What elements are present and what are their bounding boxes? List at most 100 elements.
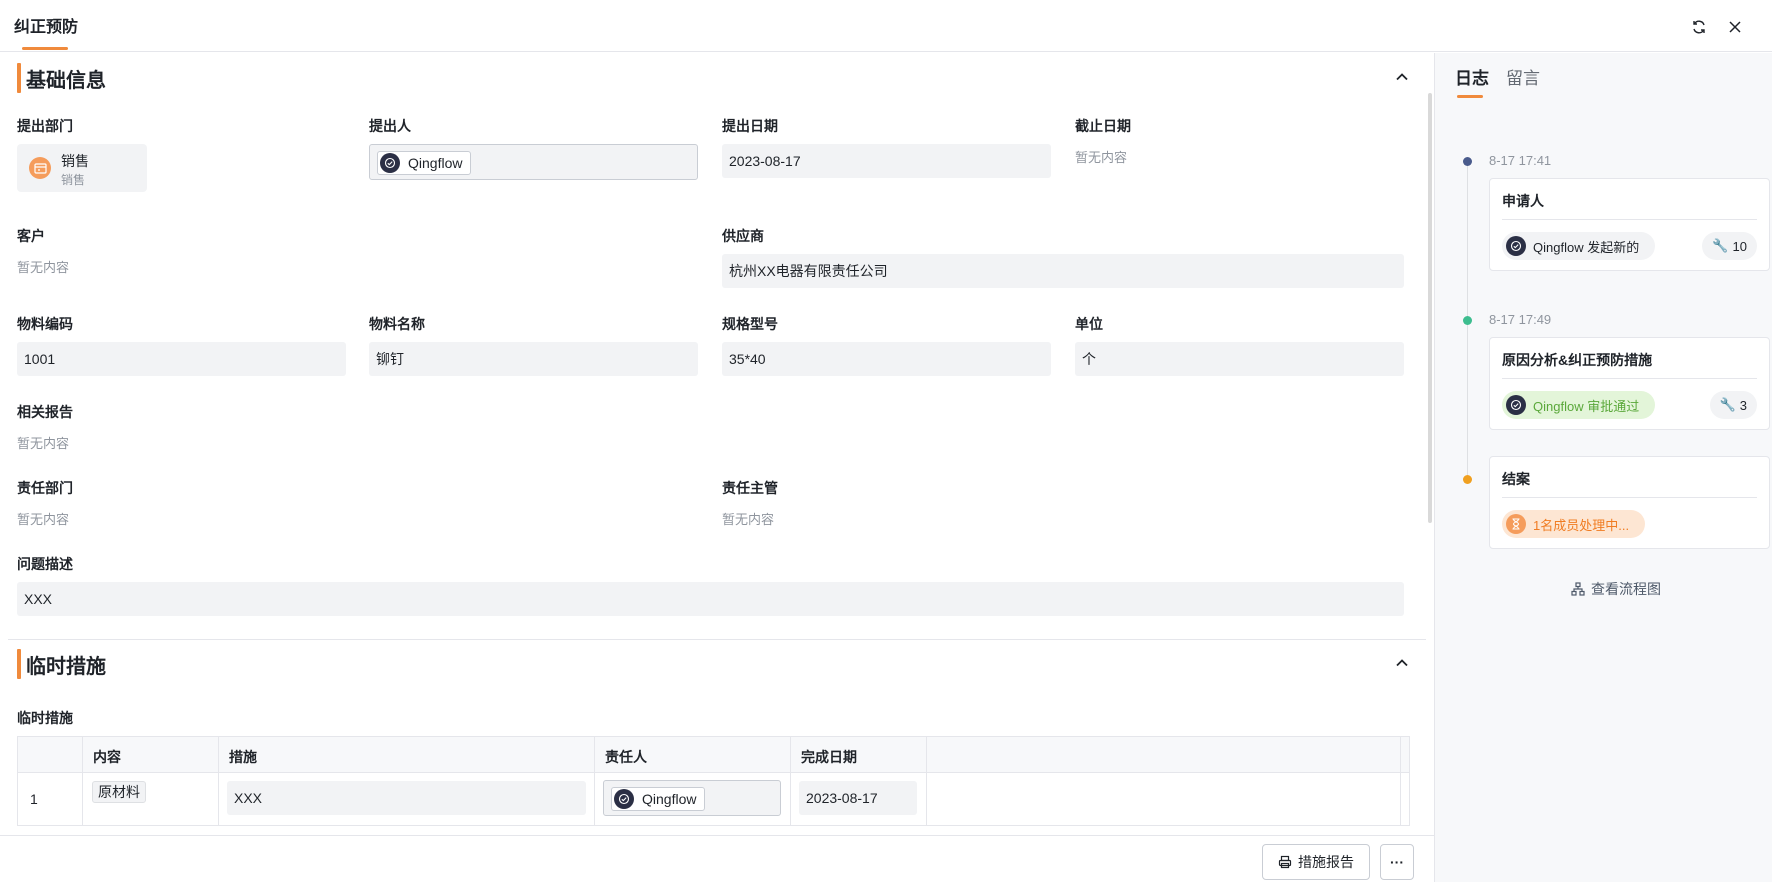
chevron-up-icon[interactable] — [1394, 69, 1412, 87]
measure-report-button[interactable]: 措施报告 — [1262, 844, 1370, 880]
refresh-icon[interactable] — [1690, 18, 1708, 36]
measure-report-label: 措施报告 — [1298, 854, 1354, 870]
page-footer: 措施报告 ··· — [0, 835, 1434, 882]
page-title: 纠正预防 — [14, 19, 79, 36]
problem-field[interactable]: XXX — [17, 582, 1404, 616]
avatar — [614, 789, 634, 809]
dept-card[interactable]: 销售 销售 — [17, 144, 147, 192]
wrench-icon: 🔧 — [1719, 397, 1736, 412]
report-label: 相关报告 — [17, 404, 73, 420]
card-divider — [1502, 219, 1757, 220]
resp-dept-label: 责任部门 — [17, 480, 73, 496]
event-title: 申请人 — [1502, 193, 1544, 209]
material-code-label: 物料编码 — [17, 316, 73, 332]
owner-field[interactable]: Qingflow — [603, 780, 781, 816]
spec-field[interactable]: 35*40 — [722, 342, 1051, 376]
timeline-card[interactable]: 申请人 Qingflow 发起新的 🔧 10 — [1489, 178, 1770, 271]
supplier-label: 供应商 — [722, 228, 764, 244]
col-header-date: 完成日期 — [801, 749, 857, 765]
timeline-dot — [1463, 157, 1472, 166]
tool-count-badge[interactable]: 🔧 3 — [1709, 391, 1757, 419]
proposer-field[interactable]: Qingflow — [369, 144, 698, 180]
flowchart-icon — [1571, 582, 1585, 596]
section-accent-bar — [17, 649, 21, 679]
page-header: 纠正预防 — [0, 0, 1772, 52]
timeline-card[interactable]: 结案 1名成员处理中... — [1489, 456, 1770, 549]
customer-label: 客户 — [17, 228, 45, 244]
owner-chip[interactable]: Qingflow — [611, 787, 706, 811]
card-divider — [1502, 378, 1757, 379]
resp-manager-value: 暂无内容 — [722, 512, 775, 527]
avatar — [1506, 236, 1526, 256]
timeline-dot — [1463, 316, 1472, 325]
deadline-value: 暂无内容 — [1075, 150, 1128, 165]
chevron-up-icon[interactable] — [1394, 655, 1412, 673]
complete-date-input[interactable]: 2023-08-17 — [799, 781, 917, 815]
pending-pill: 1名成员处理中... — [1502, 510, 1646, 538]
tab-underline — [1457, 95, 1483, 98]
event-title: 原因分析&纠正预防措施 — [1502, 352, 1653, 368]
section-temporary-header[interactable]: 临时措施 — [17, 648, 106, 680]
flow-link-text: 查看流程图 — [1591, 581, 1661, 597]
more-button[interactable]: ··· — [1380, 844, 1414, 880]
avatar — [1506, 395, 1526, 415]
proposer-chip[interactable]: Qingflow — [377, 151, 472, 175]
measure-input[interactable]: XXX — [227, 781, 586, 815]
tool-count: 10 — [1732, 238, 1747, 254]
dept-label: 提出部门 — [17, 118, 73, 134]
event-time: 8-17 17:49 — [1489, 312, 1552, 327]
pending-text: 1名成员处理中... — [1533, 517, 1630, 533]
log-panel: 日志 留言 8-17 17:41 申请人 Qingflow 发起新的 🔧 10 … — [1434, 53, 1772, 882]
col-header-measure: 措施 — [229, 749, 257, 765]
approved-pill: Qingflow 审批通过 — [1502, 391, 1656, 419]
unit-field[interactable]: 个 — [1075, 342, 1404, 376]
resp-manager-label: 责任主管 — [722, 480, 778, 496]
department-icon — [29, 157, 51, 179]
date-label: 提出日期 — [722, 118, 778, 134]
section-divider — [8, 639, 1426, 640]
extra-column — [927, 737, 1401, 825]
tab-message[interactable]: 留言 — [1506, 64, 1540, 89]
spec-label: 规格型号 — [722, 316, 778, 332]
material-code-field[interactable]: 1001 — [17, 342, 346, 376]
section-basic-title: 基础信息 — [26, 69, 106, 92]
actor-text: Qingflow 发起新的 — [1533, 239, 1640, 255]
col-header-content: 内容 — [93, 749, 121, 765]
dept-name: 销售 — [61, 153, 89, 169]
customer-value: 暂无内容 — [17, 260, 70, 275]
unit-label: 单位 — [1075, 316, 1103, 332]
resp-dept-value: 暂无内容 — [17, 512, 70, 527]
deadline-label: 截止日期 — [1075, 118, 1131, 134]
actor-pill: Qingflow 发起新的 — [1502, 232, 1656, 260]
supplier-field[interactable]: 杭州XX电器有限责任公司 — [722, 254, 1404, 288]
title-underline — [22, 47, 68, 50]
close-icon[interactable] — [1726, 18, 1744, 36]
measures-table: 内容 措施 责任人 完成日期 1 原材料 XXX Qingflow 2023-0… — [17, 736, 1410, 826]
report-value: 暂无内容 — [17, 436, 70, 451]
timeline-card[interactable]: 原因分析&纠正预防措施 Qingflow 审批通过 🔧 3 — [1489, 337, 1770, 430]
content-tag[interactable]: 原材料 — [92, 781, 146, 803]
event-title: 结案 — [1502, 471, 1530, 487]
card-divider — [1502, 497, 1757, 498]
main-scrollbar[interactable] — [1428, 93, 1432, 523]
view-flow-chart-link[interactable]: 查看流程图 — [1571, 579, 1661, 599]
printer-icon — [1278, 855, 1292, 869]
col-header-owner: 责任人 — [605, 749, 647, 765]
avatar — [380, 153, 400, 173]
tool-count-badge[interactable]: 🔧 10 — [1702, 232, 1757, 260]
event-time: 8-17 17:41 — [1489, 153, 1552, 168]
measures-table-label: 临时措施 — [17, 710, 73, 726]
proposer-name: Qingflow — [408, 155, 463, 171]
date-field[interactable]: 2023-08-17 — [722, 144, 1051, 178]
material-name-field[interactable]: 铆钉 — [369, 342, 698, 376]
section-basic-header[interactable]: 基础信息 — [17, 62, 106, 94]
problem-label: 问题描述 — [17, 556, 73, 572]
proposer-label: 提出人 — [369, 118, 411, 134]
section-temporary-title: 临时措施 — [26, 655, 106, 678]
dept-subname: 销售 — [61, 173, 86, 187]
wrench-icon: 🔧 — [1712, 238, 1729, 253]
owner-name: Qingflow — [642, 791, 697, 807]
header-actions — [1690, 18, 1744, 36]
hourglass-icon — [1506, 514, 1526, 534]
tab-log[interactable]: 日志 — [1455, 64, 1489, 89]
